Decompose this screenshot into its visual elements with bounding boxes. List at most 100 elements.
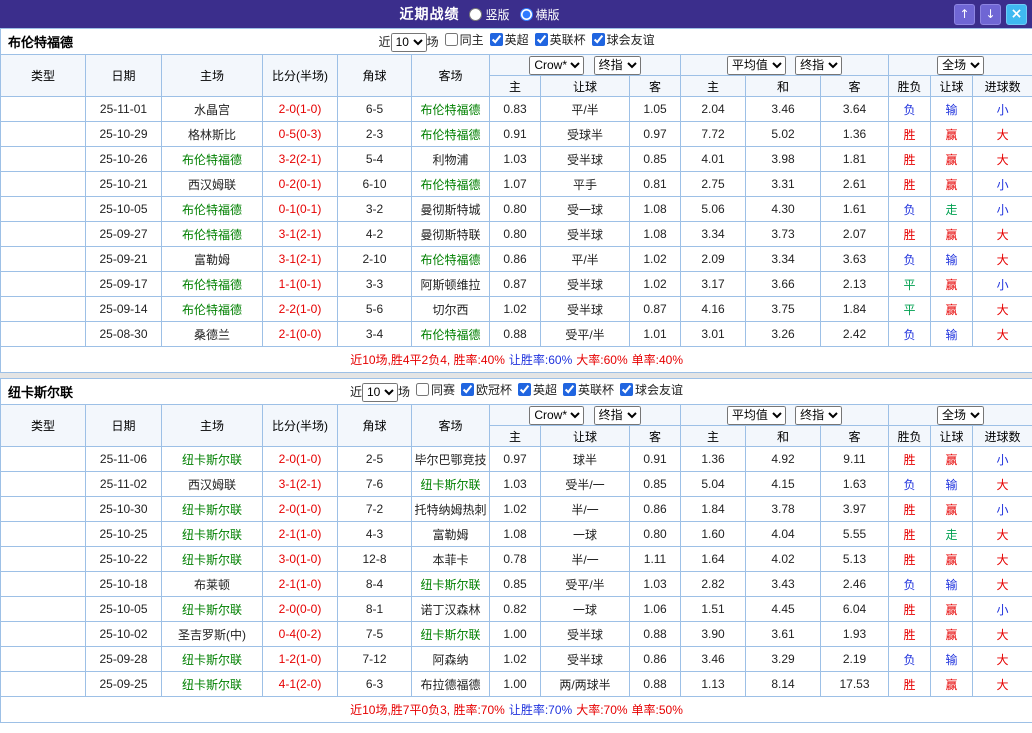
filter-checkbox[interactable] [444, 33, 458, 47]
filter-option[interactable]: 英联杯 [563, 381, 614, 398]
filter-checkbox[interactable] [461, 383, 474, 397]
avg-draw: 3.34 [745, 246, 821, 272]
odds-home: 0.88 [489, 321, 541, 347]
away-team: 布拉德福德 [411, 671, 490, 697]
avg-away: 2.61 [820, 171, 889, 197]
odds-final-select[interactable]: 终指 [593, 55, 641, 75]
filter-option[interactable]: 英超 [518, 381, 557, 398]
league-badge: 欧冠杯 [0, 621, 86, 647]
close-button[interactable]: × [1006, 3, 1027, 25]
filter-option[interactable]: 球会友谊 [620, 381, 683, 398]
summary-segment: 近10场,胜7平0负3, 胜率:70% [350, 703, 505, 717]
vertical-layout-radio[interactable] [469, 7, 483, 21]
filter-checkbox[interactable] [563, 383, 577, 397]
home-team: 布莱顿 [161, 571, 263, 597]
away-team: 阿森纳 [411, 646, 490, 672]
result-handicap: 输 [930, 646, 973, 672]
filter-option[interactable]: 欧冠杯 [461, 381, 512, 398]
filter-option[interactable]: 英超 [489, 31, 529, 48]
average-select[interactable]: 平均值 [726, 55, 786, 75]
avg-home: 4.01 [680, 146, 746, 172]
sub-column-header: 让球 [540, 425, 630, 447]
average-select[interactable]: 平均值 [726, 405, 786, 425]
result-goals: 大 [971, 146, 1032, 172]
result-goals: 大 [971, 471, 1032, 497]
score: 1-2(1-0) [262, 646, 338, 672]
average-final-select[interactable]: 终指 [795, 55, 843, 75]
filter-option[interactable]: 球会友谊 [591, 31, 655, 48]
recent-label: 近 [349, 385, 362, 400]
avg-home: 2.09 [680, 246, 746, 272]
match-row: 英超 25-11-02 西汉姆联 3-1(2-1) 7-6 纽卡斯尔联 1.03 受半/一 0.… [0, 471, 1032, 497]
result-goals: 大 [971, 571, 1032, 597]
avg-away: 1.61 [820, 196, 889, 222]
score: 3-2(2-1) [262, 146, 338, 172]
avg-away: 1.93 [820, 621, 889, 647]
league-badge: 英超 [0, 521, 86, 547]
result-goals: 小 [971, 271, 1032, 297]
odds-source-select[interactable]: Crow* [529, 55, 585, 75]
filter-label: 欧冠杯 [476, 383, 513, 398]
match-row: 欧冠杯 25-11-06 纽卡斯尔联 2-0(1-0) 2-5 毕尔巴鄂竞技 0.97 球半 0… [0, 446, 1032, 472]
header-row-top: 类型 日期 主场 比分(半场) 角球 客场 Crow* 终指 平均值 终指 全场 [0, 404, 1032, 447]
controls-row: 纽卡斯尔联 近 10 场 同赛 欧冠杯 英超 英联杯 球会友谊 [0, 378, 1032, 405]
filter-checkbox[interactable] [620, 383, 634, 397]
score: 4-1(2-0) [262, 671, 338, 697]
league-badge: 英超 [0, 146, 86, 172]
odds-handicap: 受一球 [540, 196, 630, 222]
layout-option-horizontal[interactable]: 横版 [519, 6, 560, 23]
filter-checkbox[interactable] [489, 33, 503, 47]
result-outcome: 胜 [888, 521, 931, 547]
result-handicap: 赢 [930, 171, 973, 197]
odds-source-select[interactable]: Crow* [529, 405, 585, 425]
odds-final-select[interactable]: 终指 [593, 405, 641, 425]
result-handicap: 赢 [930, 121, 973, 147]
summary-segment: 让胜率:70% [508, 703, 573, 717]
odds-home: 0.97 [489, 446, 541, 472]
score: 2-1(0-0) [262, 321, 338, 347]
odds-handicap: 一球 [540, 596, 630, 622]
league-badge: 英联杯 [0, 496, 86, 522]
filter-label: 球会友谊 [635, 383, 684, 398]
match-date: 25-08-30 [85, 321, 162, 347]
filter-checkbox[interactable] [591, 33, 605, 47]
avg-away: 9.11 [820, 446, 889, 472]
league-badge: 英超 [0, 221, 86, 247]
fulltime-select[interactable]: 全场 [937, 405, 984, 425]
home-team: 纽卡斯尔联 [161, 671, 263, 697]
filter-checkbox[interactable] [534, 33, 548, 47]
sub-column-header: 进球数 [971, 425, 1032, 447]
filter-option[interactable]: 同赛 [415, 381, 455, 398]
layout-option-vertical[interactable]: 竖版 [469, 6, 510, 23]
column-header: 日期 [85, 54, 162, 97]
match-count-select[interactable]: 10 [390, 32, 427, 52]
filter-checkbox[interactable] [518, 383, 532, 397]
home-team: 纽卡斯尔联 [161, 546, 263, 572]
filter-option[interactable]: 英联杯 [534, 31, 586, 48]
filter-checkbox[interactable] [415, 383, 429, 397]
odds-away: 0.85 [629, 146, 681, 172]
score: 0-5(0-3) [262, 121, 338, 147]
move-down-button[interactable]: ↓ [980, 3, 1001, 25]
fulltime-select[interactable]: 全场 [937, 55, 985, 75]
matches-label: 场 [426, 35, 439, 50]
match-count-select[interactable]: 10 [361, 382, 398, 402]
avg-draw: 3.46 [745, 96, 821, 122]
score: 3-1(2-1) [262, 221, 338, 247]
odds-handicap: 两/两球半 [540, 671, 630, 697]
result-goals: 大 [971, 646, 1032, 672]
summary-segment: 近10场,胜4平2负4, 胜率:40% [350, 353, 505, 367]
odds-handicap: 受半球 [540, 646, 630, 672]
away-team: 托特纳姆热刺 [411, 496, 490, 522]
league-badge: 英超 [0, 596, 86, 622]
away-team: 曼彻斯特联 [411, 221, 490, 247]
odds-handicap: 半/一 [540, 546, 630, 572]
matches-label: 场 [397, 385, 410, 400]
average-final-select[interactable]: 终指 [795, 405, 843, 425]
home-team: 西汉姆联 [161, 471, 263, 497]
summary-segment: 单率:40% [631, 353, 683, 367]
move-up-button[interactable]: ↑ [954, 3, 975, 25]
away-team: 毕尔巴鄂竞技 [411, 446, 490, 472]
filter-option[interactable]: 同主 [444, 31, 484, 48]
horizontal-layout-radio[interactable] [519, 7, 533, 21]
